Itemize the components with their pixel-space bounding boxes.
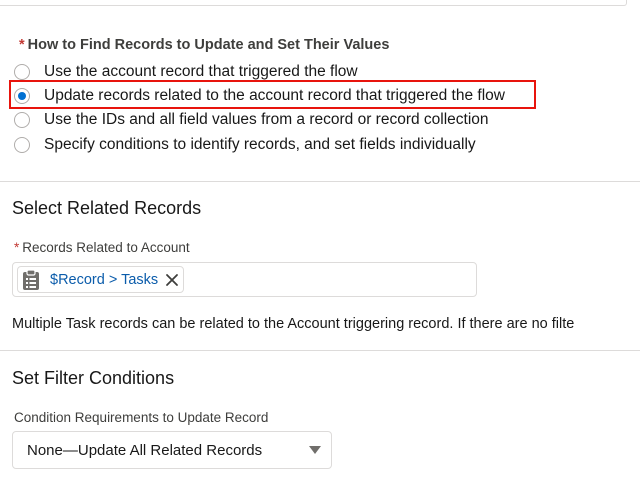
find-records-card: * How to Find Records to Update and Set T… bbox=[0, 0, 640, 182]
find-records-legend: * How to Find Records to Update and Set T… bbox=[19, 37, 389, 53]
find-records-legend-text: How to Find Records to Update and Set Th… bbox=[27, 37, 390, 53]
record-pill-label: $Record > Tasks bbox=[50, 271, 159, 288]
set-filter-conditions-title: Set Filter Conditions bbox=[12, 368, 175, 388]
records-related-input[interactable]: $Record > Tasks bbox=[12, 262, 477, 297]
radio-button[interactable] bbox=[14, 137, 30, 153]
required-marker: * bbox=[19, 37, 25, 53]
radio-option-label: Use the IDs and all field values from a … bbox=[44, 111, 489, 128]
close-icon[interactable] bbox=[165, 273, 179, 287]
chevron-down-icon[interactable] bbox=[309, 446, 321, 454]
condition-requirements-value: None—Update All Related Records bbox=[27, 441, 263, 459]
highlight-annotation-box bbox=[9, 80, 536, 109]
select-related-records-title: Select Related Records bbox=[12, 198, 202, 218]
radio-option-record-ids[interactable]: Use the IDs and all field values from a … bbox=[14, 109, 489, 131]
record-pill[interactable]: $Record > Tasks bbox=[17, 266, 185, 293]
records-related-label: * Records Related to Account bbox=[14, 240, 190, 255]
radio-option-label: Use the account record that triggered th… bbox=[44, 63, 358, 80]
condition-requirements-label: Condition Requirements to Update Record bbox=[14, 410, 269, 425]
radio-button[interactable] bbox=[14, 64, 30, 80]
radio-button[interactable] bbox=[14, 112, 30, 128]
card-edge bbox=[0, 0, 627, 6]
related-records-help-text: Multiple Task records can be related to … bbox=[12, 316, 575, 332]
radio-option-specify-conditions[interactable]: Specify conditions to identify records, … bbox=[14, 134, 476, 156]
condition-requirements-select[interactable]: None—Update All Related Records bbox=[12, 431, 332, 469]
flow-update-records-panel: * How to Find Records to Update and Set T… bbox=[0, 0, 640, 482]
radio-option-label: Specify conditions to identify records, … bbox=[44, 136, 476, 153]
required-marker: * bbox=[14, 240, 20, 255]
clipboard-icon bbox=[22, 268, 40, 291]
section-divider bbox=[0, 350, 640, 351]
records-related-label-text: Records Related to Account bbox=[22, 240, 190, 255]
